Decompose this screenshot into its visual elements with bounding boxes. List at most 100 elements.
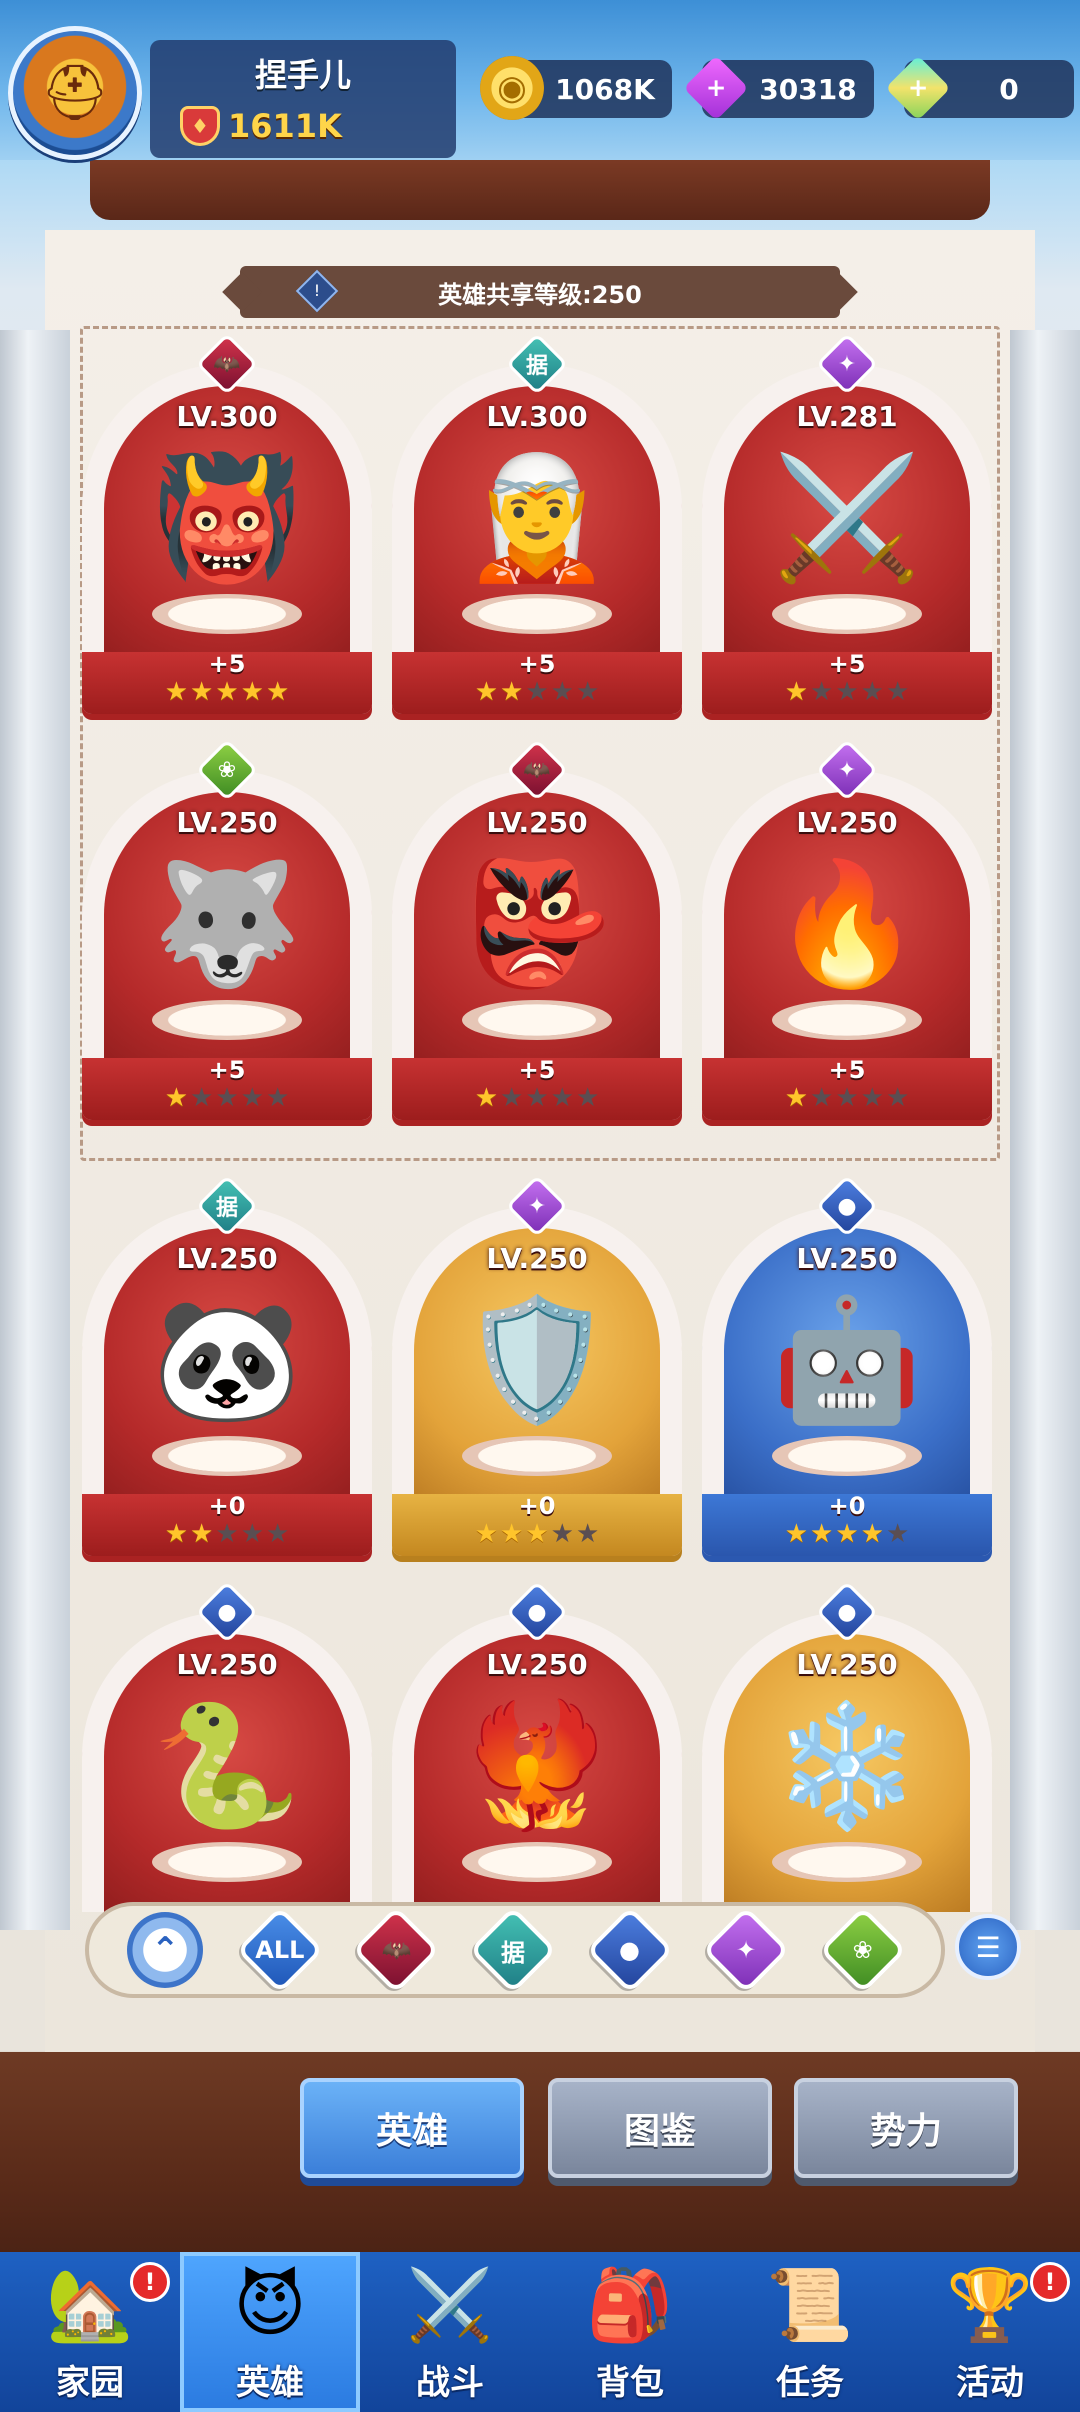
star-rating: ★ ★ ★ ★ ★ <box>392 1084 682 1112</box>
hero-bonus: +0 <box>518 1492 556 1520</box>
star-empty-icon: ★ <box>835 677 859 707</box>
info-icon[interactable]: ! <box>295 269 339 313</box>
banner-arch <box>90 160 990 220</box>
filter-all-label: ALL <box>255 1936 305 1964</box>
faction-symbol: 🦇 <box>213 351 241 377</box>
hero-card[interactable]: 🔥 ✦ LV.250 +5 ★ ★ ★ ★ ★ <box>702 738 992 1120</box>
backpack-icon: 🎒 <box>586 2263 674 2346</box>
gold-counter[interactable]: ◉ 1068K <box>480 56 672 120</box>
shared-level-bar: ! 英雄共享等级:250 <box>240 266 840 318</box>
hero-level: LV.281 <box>796 400 898 433</box>
nav-label: 家园 <box>56 2363 124 2403</box>
star-empty-icon: ★ <box>550 677 574 707</box>
hero-card[interactable]: 🛡️ ✦ LV.250 +0 ★ ★ ★ ★ ★ <box>392 1174 682 1556</box>
tab-factions[interactable]: 势力 <box>794 2078 1018 2178</box>
filter-all-button[interactable]: ALL <box>236 1906 324 1994</box>
player-panel[interactable]: 捏手儿 ♦ 1611K <box>150 40 456 158</box>
light-faction-icon: ✦ <box>505 1174 569 1238</box>
dark-faction-icon: ● <box>815 1582 879 1644</box>
nav-label: 英雄 <box>236 2363 304 2403</box>
star-filled-icon: ★ <box>190 1519 214 1549</box>
faction-symbol: 据 <box>215 1196 238 1221</box>
purple-gem-counter[interactable]: + 30318 <box>683 55 874 121</box>
dark-faction-icon: ● <box>505 1582 569 1644</box>
star-empty-icon: ★ <box>265 1083 290 1113</box>
trophy-icon: 🏆 <box>946 2263 1034 2346</box>
rainbow-gem-counter[interactable]: + 0 <box>885 55 1074 121</box>
scroll-icon: 📜 <box>766 2263 854 2346</box>
star-empty-icon: ★ <box>575 677 600 707</box>
faction-symbol: ✦ <box>837 757 857 783</box>
collapse-up-icon[interactable]: ⌃ <box>127 1912 204 1988</box>
hero-card[interactable]: ⚔️ ✦ LV.281 +5 ★ ★ ★ ★ ★ <box>702 332 992 714</box>
demon-faction-icon: 🦇 <box>195 332 259 396</box>
power-value: 1611K <box>228 107 342 145</box>
hero-card[interactable]: 🐺 ❀ LV.250 +5 ★ ★ ★ ★ ★ <box>82 738 372 1120</box>
star-rating: ★ ★ ★ ★ ★ <box>702 678 992 706</box>
hero-portrait-icon: 🐦‍🔥 <box>462 1697 612 1836</box>
hero-portrait-icon: ❄️ <box>772 1697 922 1836</box>
filter-light-button[interactable]: ✦ <box>702 1906 790 1994</box>
hero-level: LV.250 <box>176 1242 278 1275</box>
dark-faction-icon: ● <box>195 1582 259 1644</box>
star-rating: ★ ★ ★ ★ ★ <box>392 678 682 706</box>
hero-card[interactable]: 🤖 ● LV.250 +0 ★ ★ ★ ★ ★ <box>702 1174 992 1556</box>
hero-card[interactable]: 🧝 据 LV.300 +5 ★ ★ ★ ★ ★ <box>392 332 682 714</box>
filter-order-button[interactable]: 据 <box>469 1906 557 1994</box>
hero-bonus: +5 <box>518 650 556 678</box>
player-name: 捏手儿 <box>254 56 351 94</box>
star-empty-icon: ★ <box>215 1083 239 1113</box>
hero-bonus: +0 <box>828 1492 866 1520</box>
star-rating: ★ ★ ★ ★ ★ <box>702 1520 992 1548</box>
faction-filter-bar: ⌃ ALL 🦇 据 ● ✦ ❀ <box>85 1902 945 1998</box>
faction-symbol: ● <box>217 1599 237 1625</box>
right-pillar <box>1010 330 1080 1930</box>
hero-bonus: +0 <box>208 1492 246 1520</box>
filter-nature-button[interactable]: ❀ <box>818 1906 907 1994</box>
hero-card[interactable]: 👺 🦇 LV.250 +5 ★ ★ ★ ★ ★ <box>392 738 682 1120</box>
star-filled-icon: ★ <box>500 677 524 707</box>
hero-portrait-icon: 🛡️ <box>462 1291 612 1430</box>
star-empty-icon: ★ <box>550 1083 574 1113</box>
nav-item-3[interactable]: 🎒 背包 <box>540 2252 720 2412</box>
hero-card[interactable]: ❄️ ● LV.250 <box>702 1582 992 1912</box>
dark-faction-icon: ● <box>815 1174 879 1238</box>
star-filled-icon: ★ <box>240 677 264 707</box>
star-empty-icon: ★ <box>885 677 910 707</box>
star-filled-icon: ★ <box>474 677 499 707</box>
nav-item-5[interactable]: 🏆 活动! <box>900 2252 1080 2412</box>
light-faction-icon: ✦ <box>815 738 879 802</box>
order-faction-icon: 据 <box>195 1174 259 1238</box>
filter-dark-button[interactable]: ● <box>585 1906 674 1994</box>
filter-demon-button[interactable]: 🦇 <box>352 1906 441 1994</box>
star-empty-icon: ★ <box>575 1519 600 1549</box>
hero-card[interactable]: 👹 🦇 LV.300 +5 ★ ★ ★ ★ ★ <box>82 332 372 714</box>
nav-item-2[interactable]: ⚔️ 战斗 <box>360 2252 540 2412</box>
hero-bonus: +5 <box>518 1056 556 1084</box>
star-empty-icon: ★ <box>240 1083 264 1113</box>
hero-card[interactable]: 🐦‍🔥 ● LV.250 <box>392 1582 682 1912</box>
star-filled-icon: ★ <box>784 677 809 707</box>
nav-item-4[interactable]: 📜 任务 <box>720 2252 900 2412</box>
hero-portrait-icon: 👺 <box>462 855 612 994</box>
hero-card[interactable]: 🐍 ● LV.250 <box>82 1582 372 1912</box>
player-avatar[interactable]: ⛑ <box>8 26 142 160</box>
hero-card[interactable]: 🐼 据 LV.250 +0 ★ ★ ★ ★ ★ <box>82 1174 372 1556</box>
nav-item-0[interactable]: 🏡 家园! <box>0 2252 180 2412</box>
tab-codex[interactable]: 图鉴 <box>548 2078 772 2178</box>
hero-bonus: +5 <box>208 1056 246 1084</box>
star-empty-icon: ★ <box>500 1083 524 1113</box>
shared-level-label: 英雄共享等级:250 <box>438 280 642 309</box>
star-empty-icon: ★ <box>810 677 834 707</box>
nav-item-1[interactable]: 😈 英雄 <box>180 2252 360 2412</box>
sort-icon[interactable]: ☰ <box>955 1914 1021 1980</box>
hero-level: LV.300 <box>176 400 278 433</box>
bat-symbol: 🦇 <box>381 1936 412 1964</box>
faction-symbol: ● <box>837 1599 857 1625</box>
star-filled-icon: ★ <box>784 1083 809 1113</box>
tab-heroes[interactable]: 英雄 <box>300 2078 524 2178</box>
notification-badge: ! <box>130 2262 170 2302</box>
hero-portrait-icon: 🔥 <box>772 855 922 994</box>
star-filled-icon: ★ <box>164 1083 189 1113</box>
star-filled-icon: ★ <box>810 1519 834 1549</box>
